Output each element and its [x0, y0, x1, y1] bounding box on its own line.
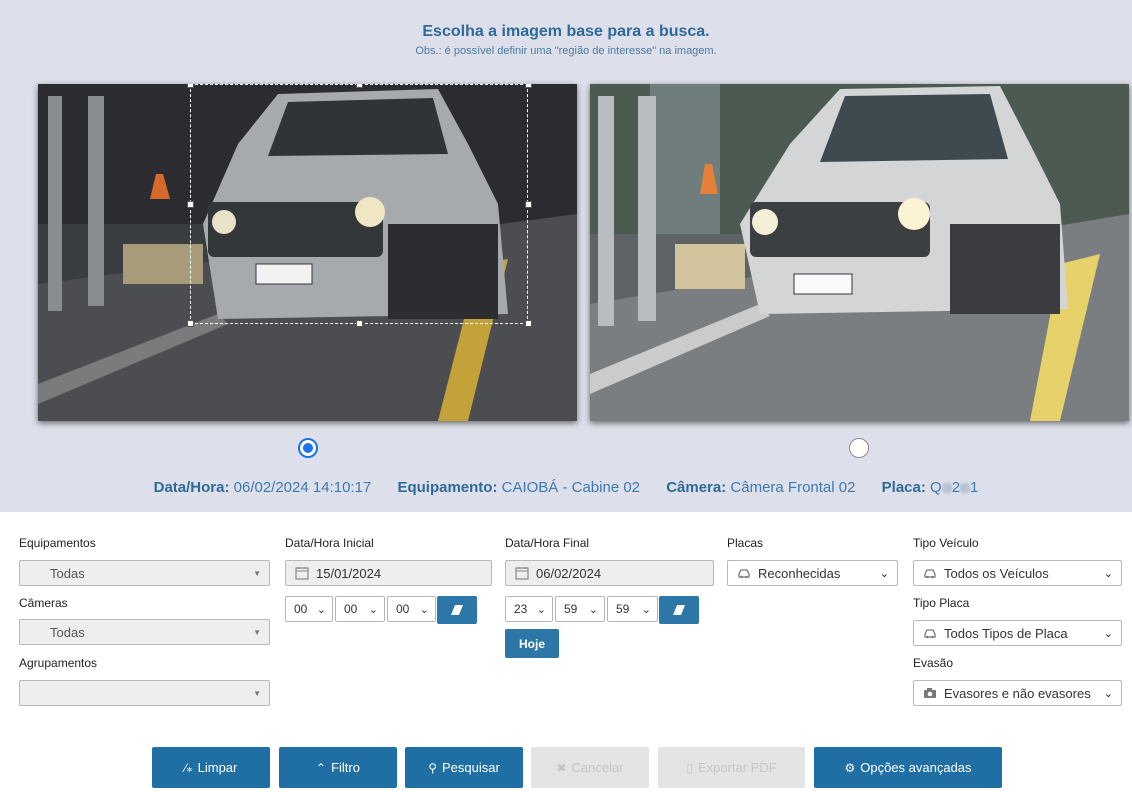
chevron-down-icon: ⌄: [536, 604, 546, 616]
chevron-down-icon: ⌄: [641, 604, 651, 616]
page-subtitle: Obs.: é possível definir uma "região de …: [415, 45, 717, 57]
calendar-icon: [515, 567, 529, 580]
placa-label: Placa:: [881, 479, 926, 496]
data-final-input[interactable]: 06/02/2024: [505, 560, 714, 586]
page-title: Escolha a imagem base para a busca.: [422, 23, 710, 40]
roi-handle-bl[interactable]: [187, 320, 194, 327]
chevron-down-icon: ⌄: [1103, 628, 1113, 640]
chevron-down-icon: ⌄: [419, 604, 429, 616]
minuto-inicial-select[interactable]: 00 ⌄: [335, 596, 385, 622]
roi-handle-br[interactable]: [525, 320, 532, 327]
gears-icon: ⚙: [844, 760, 856, 775]
car-icon: [924, 569, 936, 579]
tipo-veiculo-label: Tipo Veículo: [913, 536, 979, 550]
placas-select[interactable]: Reconhecidas ⌄: [727, 560, 898, 586]
agrupamentos-label: Agrupamentos: [19, 656, 98, 670]
evasao-select[interactable]: Evasores e não evasores ⌄: [913, 680, 1122, 706]
datahora-label: Data/Hora:: [153, 479, 230, 496]
tipo-placa-select[interactable]: Todos Tipos de Placa ⌄: [913, 620, 1122, 646]
roi-handle-mr[interactable]: [525, 201, 532, 208]
cameras-label: Câmeras: [19, 596, 68, 610]
exportar-pdf-button[interactable]: ▯ Exportar PDF: [658, 747, 805, 788]
camera-icon: [924, 688, 936, 698]
chevron-down-icon: ⌄: [368, 604, 378, 616]
tipo-veiculo-select[interactable]: Todos os Veículos ⌄: [913, 560, 1122, 586]
clear-inicial-button[interactable]: [437, 596, 477, 624]
chevron-down-icon: ⌄: [588, 604, 598, 616]
chevron-down-icon: ⌄: [1103, 688, 1113, 700]
vehicle-photo-2: [590, 84, 1129, 421]
cameras-select[interactable]: Todas ▼: [19, 619, 270, 645]
camera-value: Câmera Frontal 02: [730, 479, 856, 496]
base-image-2[interactable]: [590, 84, 1129, 421]
caret-down-icon: ▼: [253, 569, 261, 578]
clear-final-button[interactable]: [659, 596, 699, 624]
placas-label: Placas: [727, 536, 764, 550]
base-image-1[interactable]: [38, 84, 577, 421]
data-inicial-label: Data/Hora Inicial: [285, 536, 374, 550]
eraser-icon: [673, 605, 685, 615]
placa-value: Q21: [930, 479, 979, 496]
chevron-down-icon: ⌄: [316, 604, 326, 616]
hora-final-select[interactable]: 23 ⌄: [505, 596, 553, 622]
caret-down-icon: ▼: [253, 689, 261, 698]
filtro-button[interactable]: ⌃ Filtro: [279, 747, 397, 788]
roi-handle-tc[interactable]: [356, 84, 363, 88]
hora-inicial-select[interactable]: 00 ⌄: [285, 596, 333, 622]
evasao-label: Evasão: [913, 656, 954, 670]
pdf-file-icon: ▯: [686, 760, 693, 775]
calendar-icon: [295, 567, 309, 580]
minuto-final-select[interactable]: 59 ⌄: [555, 596, 605, 622]
agrupamentos-select[interactable]: ▼: [19, 680, 270, 706]
roi-handle-ml[interactable]: [187, 201, 194, 208]
cancelar-button[interactable]: ✖ Cancelar: [531, 747, 649, 788]
select-image-2-radio[interactable]: [849, 438, 869, 458]
equipamento-label: Equipamento:: [397, 479, 498, 496]
redacted-mark: [941, 483, 952, 494]
chevron-down-icon: ⌄: [1103, 568, 1113, 580]
roi-handle-tr[interactable]: [525, 84, 532, 88]
roi-handle-tl[interactable]: [187, 84, 194, 88]
data-final-label: Data/Hora Final: [505, 536, 590, 550]
car-icon: [738, 569, 750, 579]
chevron-up-icon: ⌃: [316, 760, 327, 775]
limpar-button[interactable]: ⁄⁎ Limpar: [152, 747, 270, 788]
equipamentos-select[interactable]: Todas ▼: [19, 560, 270, 586]
equipamento-value: CAIOBÁ - Cabine 02: [501, 479, 641, 496]
eraser-icon: [451, 605, 463, 615]
equipamentos-label: Equipamentos: [19, 536, 96, 550]
roi-handle-bc[interactable]: [356, 320, 363, 327]
segundo-inicial-select[interactable]: 00 ⌄: [387, 596, 436, 622]
opcoes-avancadas-button[interactable]: ⚙ Opções avançadas: [814, 747, 1002, 788]
search-icon: ⚲: [428, 760, 437, 775]
record-info: Data/Hora: 06/02/2024 14:10:17 Equipamen…: [0, 479, 1132, 496]
magic-wand-icon: ⁄⁎: [184, 760, 193, 775]
chevron-down-icon: ⌄: [879, 568, 889, 580]
segundo-final-select[interactable]: 59 ⌄: [607, 596, 658, 622]
close-icon: ✖: [556, 760, 567, 775]
redacted-mark: [960, 483, 971, 494]
datahora-value: 06/02/2024 14:10:17: [233, 479, 372, 496]
pesquisar-button[interactable]: ⚲ Pesquisar: [405, 747, 523, 788]
data-inicial-input[interactable]: 15/01/2024: [285, 560, 492, 586]
camera-label: Câmera:: [666, 479, 727, 496]
car-icon: [924, 629, 936, 639]
hoje-button[interactable]: Hoje: [505, 629, 559, 658]
caret-down-icon: ▼: [253, 628, 261, 637]
select-image-1-radio[interactable]: [298, 438, 318, 458]
region-of-interest[interactable]: [190, 84, 528, 324]
tipo-placa-label: Tipo Placa: [913, 596, 970, 610]
